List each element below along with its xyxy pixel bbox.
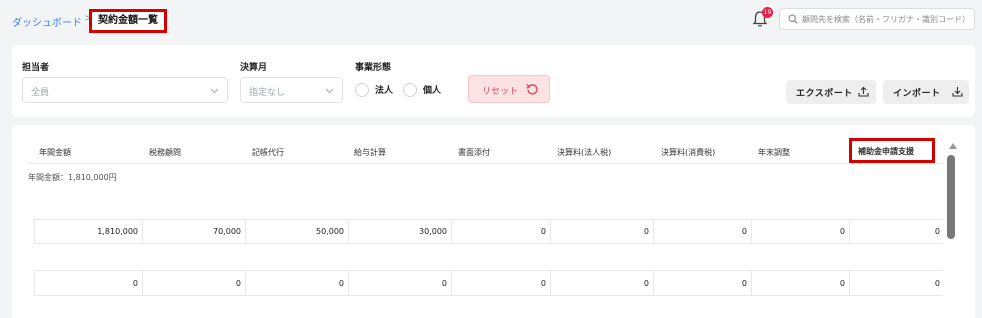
table-cell: 1,810,000 — [97, 227, 138, 236]
row-divider — [34, 243, 943, 244]
search-icon — [788, 14, 798, 24]
upload-icon — [858, 86, 869, 97]
export-button[interactable]: エクスポート — [786, 80, 876, 104]
table-cell: 0 — [643, 279, 649, 288]
reset-button-label: リセット — [482, 87, 519, 97]
column-header: 税務顧問 — [149, 148, 181, 157]
vertical-scrollbar-thumb[interactable] — [947, 155, 955, 239]
table-cell: 0 — [741, 227, 747, 236]
reset-icon — [526, 83, 538, 95]
contract-amount-table: 年間金額 税務顧問 記帳代行 給与計算 書面添付 決算料(法人税) 決算料(消費… — [12, 125, 975, 318]
table-cell: 0 — [338, 279, 344, 288]
breadcrumb-home-link[interactable]: ダッシュボード — [12, 14, 82, 29]
column-header: 書面添付 — [458, 148, 490, 157]
month-label: 決算月 — [240, 63, 268, 73]
table-cell: 0 — [235, 279, 241, 288]
import-button[interactable]: インポート — [883, 80, 969, 104]
export-button-label: エクスポート — [796, 89, 853, 99]
chevron-down-icon — [325, 88, 334, 94]
column-header: 記帳代行 — [252, 148, 284, 157]
table-cell: 0 — [839, 279, 845, 288]
business-type-label: 事業形態 — [355, 63, 392, 73]
group-total-label: 年間金額：1,810,000円 — [28, 173, 117, 182]
filter-panel: 担当者 全員 決算月 指定なし 事業形態 法人 個人 リセット エクスポート イ… — [12, 45, 975, 117]
reset-button[interactable]: リセット — [468, 75, 550, 103]
month-select-value: 指定なし — [249, 88, 286, 98]
table-cell: 0 — [540, 227, 546, 236]
chevron-down-icon — [210, 88, 219, 94]
radio-individual[interactable] — [403, 83, 417, 97]
radio-individual-label: 個人 — [423, 86, 442, 96]
table-cell: 30,000 — [419, 227, 447, 236]
search-box[interactable] — [779, 8, 975, 30]
radio-corporation-label: 法人 — [375, 86, 394, 96]
download-icon — [952, 87, 963, 97]
assignee-label: 担当者 — [22, 63, 50, 73]
table-cell: 0 — [132, 279, 138, 288]
table-cell: 0 — [934, 279, 940, 288]
column-header: 給与計算 — [354, 148, 386, 157]
top-bar: ダッシュボード > 契約金額一覧 19 — [0, 0, 982, 40]
column-header: 年末調整 — [758, 148, 790, 157]
table-cell: 0 — [540, 279, 546, 288]
table-cell: 0 — [643, 227, 649, 236]
table-cell: 0 — [934, 227, 940, 236]
assignee-select-value: 全員 — [31, 88, 50, 98]
column-header: 年間金額 — [39, 148, 71, 157]
table-cell: 50,000 — [316, 227, 344, 236]
assignee-select[interactable]: 全員 — [22, 77, 228, 103]
scroll-up-arrow-icon[interactable] — [949, 143, 957, 149]
month-select[interactable]: 指定なし — [240, 77, 343, 103]
column-header: 補助金申請支援 — [858, 147, 914, 156]
column-header: 決算料(消費税) — [661, 148, 716, 157]
table-cell: 70,000 — [213, 227, 241, 236]
import-button-label: インポート — [893, 89, 941, 99]
header-divider — [28, 163, 943, 164]
notification-badge: 19 — [762, 7, 773, 18]
row-divider — [34, 295, 943, 296]
search-input[interactable] — [802, 10, 972, 28]
breadcrumb-current-page: 契約金額一覧 — [89, 9, 167, 33]
column-header: 決算料(法人税) — [557, 148, 612, 157]
column-header-highlighted: 補助金申請支援 — [849, 138, 935, 163]
table-cell: 0 — [441, 279, 447, 288]
table-cell: 0 — [741, 279, 747, 288]
row-divider — [34, 219, 943, 220]
table-cell: 0 — [839, 227, 845, 236]
row-divider — [34, 270, 943, 271]
radio-corporation[interactable] — [355, 83, 369, 97]
